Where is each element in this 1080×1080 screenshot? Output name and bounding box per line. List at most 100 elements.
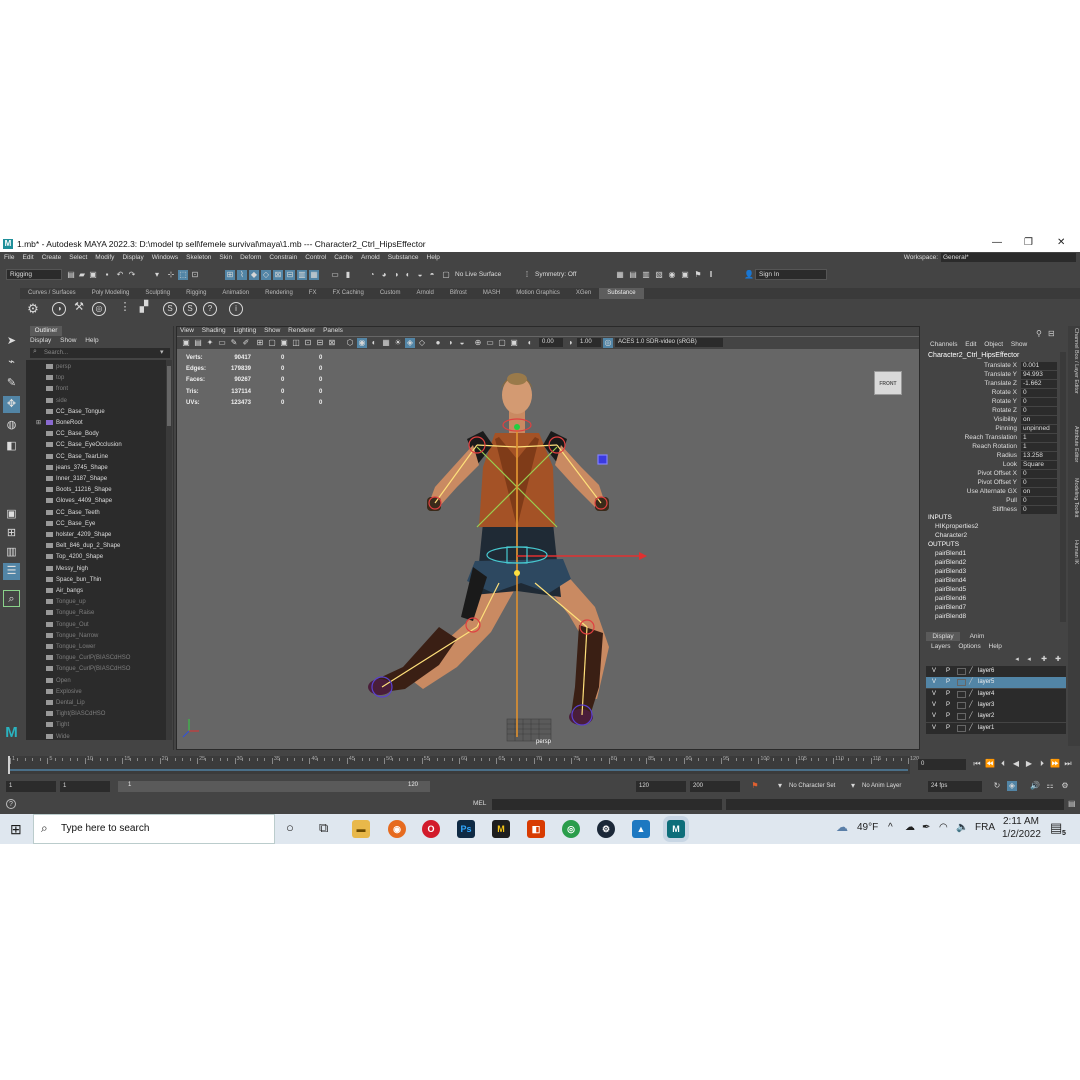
outliner-item[interactable]: Inner_3187_Shape <box>26 474 107 485</box>
chevron-down-icon[interactable]: ▾ <box>160 348 164 356</box>
key-icon[interactable]: ◈ <box>1007 781 1017 791</box>
layer-row[interactable]: V P ╱ layer4 <box>926 688 1066 700</box>
menu-deform[interactable]: Deform <box>240 254 261 261</box>
channel-attribute-value[interactable]: 0 <box>1021 506 1057 514</box>
menu-cache[interactable]: Cache <box>334 254 353 261</box>
layer-edit-icon[interactable]: ╱ <box>969 711 973 722</box>
outliner-menu-help[interactable]: Help <box>85 337 98 344</box>
outliner-item[interactable]: Belt_846_dup_2_Shape <box>26 541 120 552</box>
channel-attribute-value[interactable]: on <box>1021 488 1057 496</box>
task-view-icon[interactable]: ⧉ <box>319 820 328 836</box>
pin-icon[interactable]: ⚲ <box>1036 329 1042 338</box>
menu-control[interactable]: Control <box>305 254 326 261</box>
viewport-panel[interactable]: View Shading Lighting Show Renderer Pane… <box>176 326 920 750</box>
dock-icon[interactable]: ⊟ <box>1048 329 1055 338</box>
channel-attribute-value[interactable]: 94.993 <box>1021 371 1057 379</box>
move-layer-up-icon[interactable]: ◂ <box>1012 655 1022 665</box>
layer-tab-display[interactable]: Display <box>926 632 960 641</box>
hypershade-icon[interactable]: ◒ <box>415 270 425 280</box>
menu-windows[interactable]: Windows <box>152 254 178 261</box>
character-set-dropdown[interactable]: No Character Set <box>789 783 835 789</box>
channel-attribute-row[interactable]: Pivot Offset Y 0 <box>923 479 1068 488</box>
channel-attribute-row[interactable]: Reach Translation 1 <box>923 434 1068 443</box>
select-tool-icon[interactable]: ➤ <box>3 333 20 350</box>
shelf-tab-arnold[interactable]: Arnold <box>409 288 442 299</box>
snap-projected-icon[interactable]: ▥ <box>297 270 307 280</box>
snap-view-plane-icon[interactable]: ◇ <box>261 270 271 280</box>
substance-plugin-icon[interactable]: ◑ <box>52 302 66 316</box>
outliner-item[interactable]: ⊞ BoneRoot <box>26 418 83 429</box>
outliner-item[interactable]: Tight(BIASCdHSO <box>26 709 105 720</box>
shelf-tab-motion-graphics[interactable]: Motion Graphics <box>508 288 568 299</box>
layer-menu-layers[interactable]: Layers <box>931 643 951 650</box>
office-icon[interactable]: ◧ <box>527 820 545 838</box>
marvelous-designer-icon[interactable]: M <box>492 820 510 838</box>
render-sequence-icon[interactable]: ◕ <box>379 270 389 280</box>
preferences-icon[interactable]: ⚙ <box>1060 781 1070 791</box>
channel-attribute-name[interactable]: Use Alternate GX <box>967 488 1017 495</box>
scale-tool-icon[interactable]: ◧ <box>3 438 20 455</box>
channel-attribute-value[interactable]: 0 <box>1021 479 1057 487</box>
layer-name[interactable]: layer6 <box>978 666 994 677</box>
snap-live-icon[interactable]: ⊠ <box>273 270 283 280</box>
channel-attribute-value[interactable]: 1 <box>1021 434 1057 442</box>
shelf-tab-curves-surfaces[interactable]: Curves / Surfaces <box>20 288 84 299</box>
channel-attribute-row[interactable]: Visibility on <box>923 416 1068 425</box>
channel-attribute-row[interactable]: Use Alternate GX on <box>923 488 1068 497</box>
current-frame-field[interactable]: 0 <box>918 759 966 770</box>
playback-start-field[interactable]: 1 <box>60 781 110 792</box>
channel-attribute-name[interactable]: Rotate Z <box>992 407 1017 414</box>
workspace-dropdown[interactable]: General* <box>941 253 1076 262</box>
layer-name[interactable]: layer2 <box>978 711 994 722</box>
notification-icon[interactable]: ▤ <box>1050 820 1062 836</box>
layer-color-swatch[interactable] <box>957 701 966 709</box>
snap-surface-icon[interactable]: ⊟ <box>285 270 295 280</box>
go-to-start-icon[interactable]: ⏮ <box>972 759 982 769</box>
sign-in-dropdown[interactable]: Sign In <box>755 269 827 280</box>
snap-point-icon[interactable]: ◆ <box>249 270 259 280</box>
weather-icon[interactable]: ☁ <box>836 820 848 834</box>
output-node[interactable]: pairBlend8 <box>935 613 966 620</box>
outliner-menu-display[interactable]: Display <box>30 337 51 344</box>
cortana-icon[interactable]: ○ <box>286 820 294 835</box>
substance-graph-icon[interactable]: ⚒ <box>72 302 86 316</box>
layer-visibility-toggle[interactable]: V <box>932 677 936 688</box>
chrome-icon[interactable]: ◎ <box>562 820 580 838</box>
channel-menu-object[interactable]: Object <box>984 341 1003 348</box>
save-scene-icon[interactable]: ▣ <box>88 270 98 280</box>
menu-display[interactable]: Display <box>122 254 143 261</box>
outliner-item[interactable]: Tight <box>26 720 69 731</box>
layer-edit-icon[interactable]: ╱ <box>969 689 973 700</box>
outliner-item[interactable]: Tongue_Lower <box>26 642 95 653</box>
substance-material-icon[interactable]: ◎ <box>92 302 106 316</box>
channel-box-toggle-icon[interactable]: ▤ <box>628 270 638 280</box>
channel-attribute-name[interactable]: Pivot Offset X <box>977 470 1017 477</box>
outliner-item[interactable]: CC_Base_EyeOcclusion <box>26 440 122 451</box>
shelf-tab-substance[interactable]: Substance <box>599 288 644 299</box>
snap-curve-icon[interactable]: ⌇ <box>237 270 247 280</box>
menu-substance[interactable]: Substance <box>388 254 419 261</box>
channel-attribute-name[interactable]: Translate Z <box>984 380 1017 387</box>
outliner-tab[interactable]: Outliner <box>30 326 62 336</box>
live-surface-field[interactable]: No Live Surface <box>455 271 501 278</box>
outliner-item[interactable]: Tongue_CurlP(BIASCdHSO <box>26 653 130 664</box>
layer-row[interactable]: V P ╱ layer2 <box>926 711 1066 723</box>
outliner-item[interactable]: Tongue_up <box>26 597 86 608</box>
outliner-item[interactable]: top <box>26 373 64 384</box>
outliner-item[interactable]: side <box>26 396 67 407</box>
channel-attribute-name[interactable]: Stiffness <box>992 506 1017 513</box>
shelf-tab-animation[interactable]: Animation <box>214 288 257 299</box>
menu-skin[interactable]: Skin <box>219 254 232 261</box>
outliner-item[interactable]: Tongue_CurlP(BIASCdHSO <box>26 664 130 675</box>
channel-attribute-name[interactable]: Translate X <box>984 362 1017 369</box>
selected-object-name[interactable]: Character2_Ctrl_HipsEffector <box>928 352 1019 359</box>
menu-skeleton[interactable]: Skeleton <box>186 254 211 261</box>
channel-attribute-name[interactable]: Rotate Y <box>992 398 1017 405</box>
substance-export-icon[interactable]: ▞ <box>137 302 151 316</box>
outliner-layout-icon[interactable]: ☰ <box>3 563 20 580</box>
close-button[interactable]: ✕ <box>1057 237 1065 248</box>
channel-attribute-value[interactable]: unpinned <box>1021 425 1057 433</box>
open-scene-icon[interactable]: ▰ <box>77 270 87 280</box>
channel-attribute-value[interactable]: 0.001 <box>1021 362 1057 370</box>
layer-name[interactable]: layer3 <box>978 700 994 711</box>
